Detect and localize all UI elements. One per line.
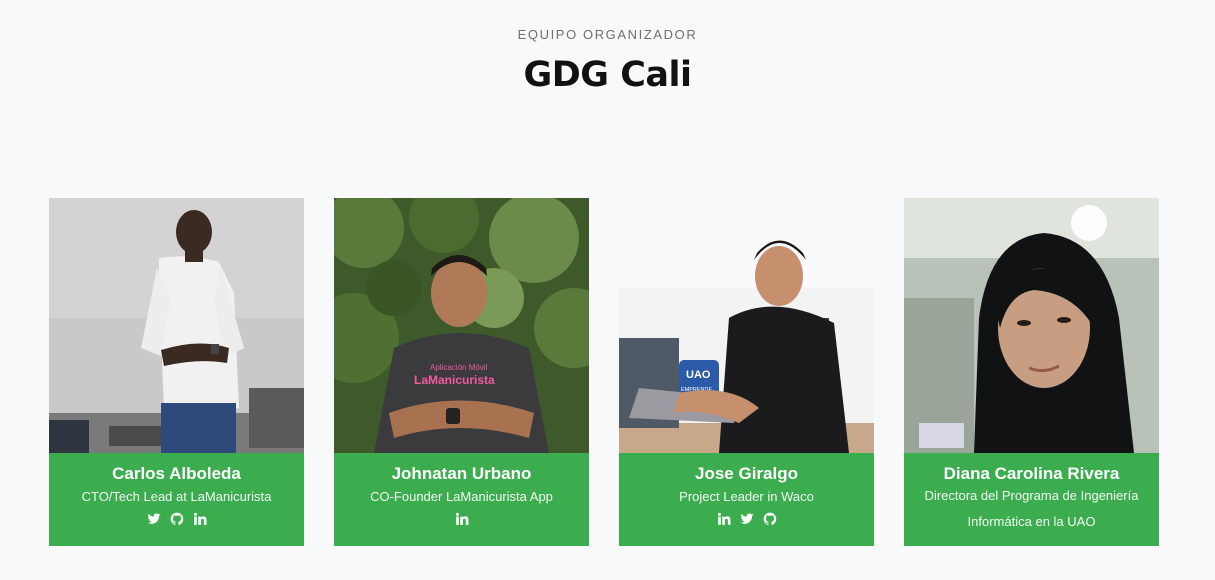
member-card: Diana Carolina Rivera Directora del Prog… (904, 198, 1159, 546)
member-info: Johnatan Urbano CO-Founder LaManicurista… (334, 453, 589, 546)
member-card: Aplicación Móvil LaManicurista Johnatan … (334, 198, 589, 546)
member-photo (904, 198, 1159, 453)
github-icon[interactable] (170, 512, 184, 526)
linkedin-icon[interactable] (455, 512, 469, 526)
twitter-icon[interactable] (740, 512, 754, 526)
member-photo: UAO EMPRENDE (619, 198, 874, 453)
team-grid: Carlos Alboleda CTO/Tech Lead at LaManic… (49, 198, 1159, 546)
member-photo (49, 198, 304, 453)
section-eyebrow: EQUIPO ORGANIZADOR (517, 27, 698, 42)
member-info: Carlos Alboleda CTO/Tech Lead at LaManic… (49, 453, 304, 546)
member-info: Diana Carolina Rivera Directora del Prog… (904, 453, 1159, 546)
shirt-text: LaManicurista (414, 373, 495, 387)
member-socials (49, 512, 304, 526)
member-name: Johnatan Urbano (391, 464, 532, 483)
member-socials (334, 512, 589, 526)
twitter-icon[interactable] (147, 512, 161, 526)
member-info: Jose Giralgo Project Leader in Waco (619, 453, 874, 546)
shirt-text: Aplicación Móvil (430, 363, 488, 372)
github-icon[interactable] (763, 512, 777, 526)
section-title: GDG Cali (523, 55, 693, 95)
member-role: Project Leader in Waco (679, 489, 814, 504)
member-name: Jose Giralgo (695, 464, 798, 483)
member-socials (619, 512, 874, 526)
member-name: Diana Carolina Rivera (943, 464, 1120, 483)
linkedin-icon[interactable] (717, 512, 731, 526)
member-card: UAO EMPRENDE Jose Giralgo Project Leader… (619, 198, 874, 546)
member-card: Carlos Alboleda CTO/Tech Lead at LaManic… (49, 198, 304, 546)
linkedin-icon[interactable] (193, 512, 207, 526)
sign-text: UAO (686, 369, 711, 381)
organizing-team-section: EQUIPO ORGANIZADOR GDG Cali Carlos Albol… (0, 0, 1215, 580)
member-photo: Aplicación Móvil LaManicurista (334, 198, 589, 453)
member-role: Directora del Programa de Ingeniería Inf… (924, 488, 1139, 529)
member-role: CO-Founder LaManicurista App (370, 489, 553, 504)
member-name: Carlos Alboleda (112, 464, 241, 483)
member-role: CTO/Tech Lead at LaManicurista (81, 489, 272, 504)
